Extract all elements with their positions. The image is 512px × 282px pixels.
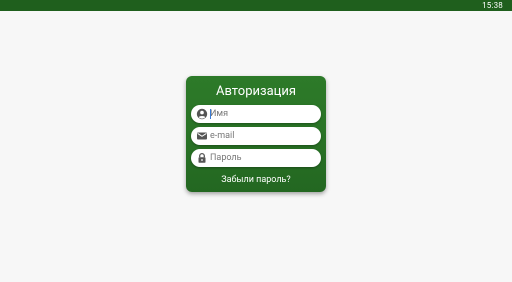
lock-icon [196,152,208,164]
email-input[interactable] [210,127,316,145]
login-title: Авторизация [215,84,297,99]
text-cursor [210,109,211,119]
password-field[interactable] [191,149,321,167]
email-field[interactable] [191,127,321,145]
password-input[interactable] [210,149,316,167]
mail-icon [196,130,208,142]
status-time: 15:38 [482,1,503,10]
status-bar: 15:38 [0,0,512,11]
person-icon [196,108,208,120]
name-input[interactable] [210,105,316,123]
name-field[interactable] [191,105,321,123]
forgot-password-link[interactable]: Забыли пароль? [186,175,326,186]
login-card: Авторизация Имя e-mail Забыли пароль? [186,76,326,192]
